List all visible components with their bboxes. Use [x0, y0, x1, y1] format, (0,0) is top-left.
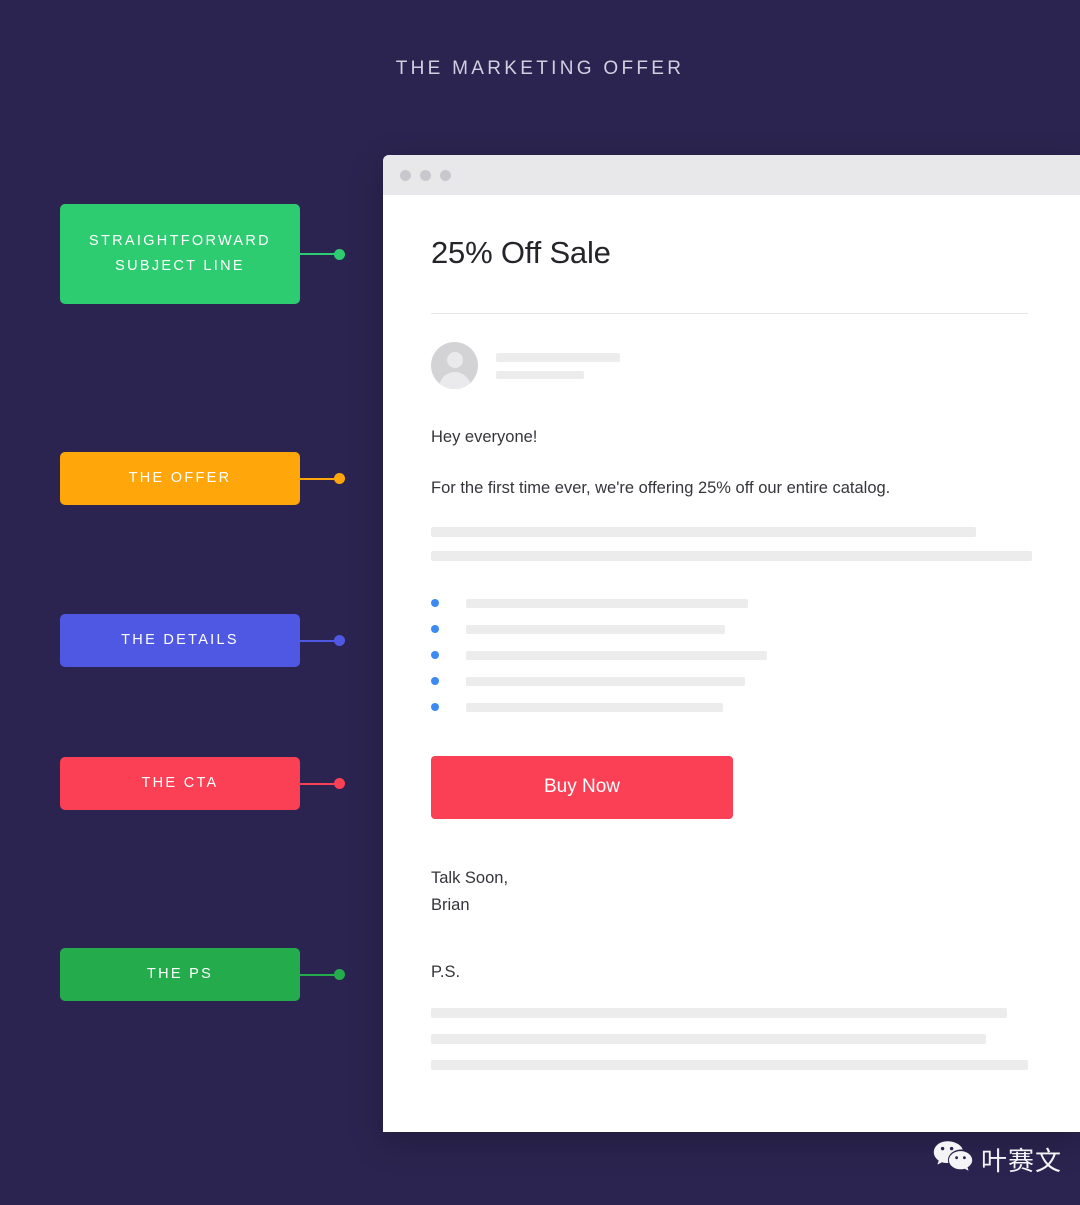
connector-dot-icon: [334, 473, 345, 484]
bullet-placeholder-line: [466, 624, 725, 634]
connector-dot-icon: [334, 778, 345, 789]
window-minimize-dot-icon[interactable]: [420, 169, 431, 181]
email-greeting: Hey everyone!: [431, 428, 538, 446]
watermark-text: 叶赛文: [980, 1147, 1062, 1177]
connector-the-ps: [300, 969, 345, 980]
heading-divider: [431, 313, 1028, 314]
annotation-box-subject-line[interactable]: STRAIGHTFORWARD SUBJECT LINE: [60, 204, 300, 304]
annotation-box-the-cta[interactable]: THE CTA: [60, 757, 300, 810]
annotation-the-cta[interactable]: THE CTA: [60, 757, 345, 810]
list-item: [431, 598, 1033, 608]
connector-the-details: [300, 635, 345, 646]
bullet-dot-icon: [431, 703, 439, 711]
email-ps-label: P.S.: [431, 963, 461, 982]
bullet-dot-icon: [431, 677, 439, 685]
list-item: [431, 624, 1033, 634]
email-sender-row: [431, 342, 1033, 389]
email-signature: Talk Soon, Brian: [431, 865, 1033, 920]
annotation-subject-line[interactable]: STRAIGHTFORWARD SUBJECT LINE: [60, 204, 345, 304]
watermark: 叶赛文: [933, 1140, 1062, 1179]
annotation-label-line1: THE OFFER: [128, 470, 232, 487]
email-offer-text: For the first time ever, we're offering …: [431, 478, 891, 497]
connector-dot-icon: [334, 248, 345, 260]
bullet-placeholder-line: [466, 676, 745, 686]
ps-placeholder-line: [431, 1060, 1028, 1071]
connector-the-offer: [300, 473, 345, 484]
bullet-dot-icon: [431, 625, 439, 633]
annotation-label-line1: STRAIGHTFORWARD: [89, 233, 271, 250]
bullet-dot-icon: [431, 599, 439, 607]
connector-dot-icon: [334, 635, 345, 646]
email-subject-heading: 25% Off Sale: [431, 235, 611, 270]
annotation-label-line1: THE PS: [146, 966, 214, 983]
body-placeholder-line: [431, 550, 1032, 561]
bullet-placeholder-line: [466, 650, 767, 660]
connector-line-icon: [300, 639, 335, 642]
list-item: [431, 702, 1033, 712]
email-preview-window: 25% Off Sale Hey everyone! For the first…: [383, 155, 1080, 1132]
annotation-the-details[interactable]: THE DETAILS: [60, 614, 345, 667]
window-close-dot-icon[interactable]: [400, 169, 411, 181]
connector-subject-line: [300, 248, 345, 260]
bullet-dot-icon: [431, 651, 439, 659]
wechat-icon: [933, 1140, 973, 1179]
annotation-the-offer[interactable]: THE OFFER: [60, 452, 345, 505]
person-avatar-icon: [431, 342, 478, 389]
ps-placeholder-line: [431, 1034, 986, 1045]
sender-meta-placeholder: [496, 370, 584, 379]
connector-dot-icon: [334, 969, 345, 980]
bullet-placeholder-line: [466, 702, 723, 712]
annotation-label-line2: SUBJECT LINE: [115, 258, 245, 274]
annotation-box-the-offer[interactable]: THE OFFER: [60, 452, 300, 505]
annotation-label-line1: THE DETAILS: [121, 632, 239, 649]
body-placeholder-line: [431, 526, 976, 537]
connector-line-icon: [300, 253, 335, 255]
email-bullet-list: [431, 598, 1033, 712]
signature-name: Brian: [431, 895, 470, 914]
buy-now-button[interactable]: Buy Now: [431, 755, 733, 819]
connector-line-icon: [300, 782, 335, 785]
sender-placeholder-lines: [496, 352, 620, 379]
ps-placeholder-line: [431, 1008, 1007, 1019]
annotation-box-the-ps[interactable]: THE PS: [60, 948, 300, 1001]
annotation-label-line1: THE CTA: [141, 775, 219, 792]
email-body: 25% Off Sale Hey everyone! For the first…: [383, 195, 1080, 1071]
window-maximize-dot-icon[interactable]: [440, 169, 451, 181]
connector-line-icon: [300, 477, 335, 480]
list-item: [431, 676, 1033, 686]
annotation-box-the-details[interactable]: THE DETAILS: [60, 614, 300, 667]
annotation-label-column: STRAIGHTFORWARD SUBJECT LINE THE OFFER T…: [0, 0, 383, 1205]
connector-the-cta: [300, 778, 345, 789]
avatar-shoulders-shape: [438, 372, 471, 389]
avatar-head-shape: [446, 352, 463, 368]
email-ps-placeholder-block: [431, 1008, 1033, 1071]
window-titlebar: [383, 155, 1080, 195]
annotation-the-ps[interactable]: THE PS: [60, 948, 345, 1001]
bullet-placeholder-line: [466, 598, 748, 608]
sender-name-placeholder: [496, 352, 620, 362]
connector-line-icon: [300, 973, 335, 976]
list-item: [431, 650, 1033, 660]
email-body-placeholder-block: [431, 526, 1033, 561]
signature-closing: Talk Soon,: [431, 868, 509, 887]
